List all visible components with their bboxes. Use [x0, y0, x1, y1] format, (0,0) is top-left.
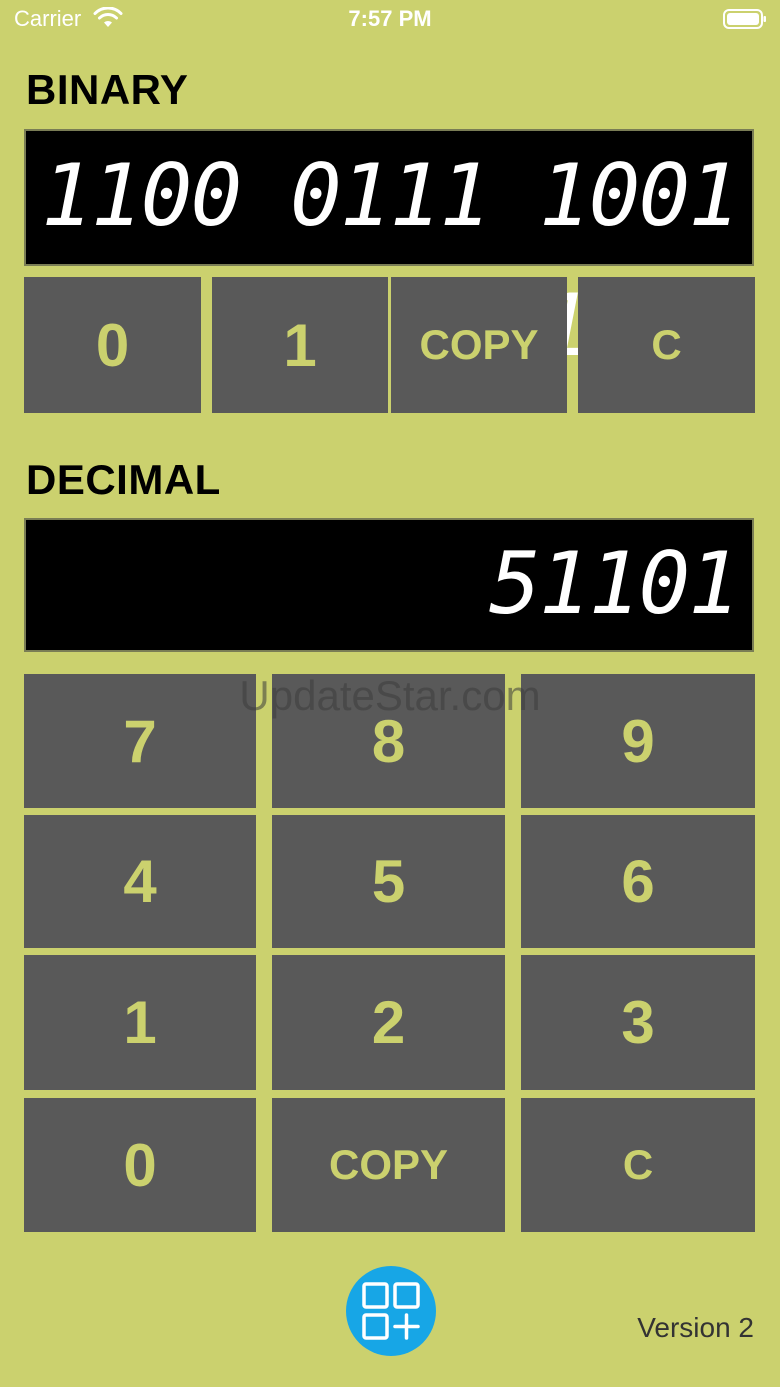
- decimal-key-0[interactable]: 0: [24, 1098, 256, 1232]
- status-time: 7:57 PM: [348, 6, 432, 31]
- decimal-key-8[interactable]: 8: [272, 674, 505, 808]
- decimal-key-5[interactable]: 5: [272, 815, 505, 948]
- decimal-key-1[interactable]: 1: [24, 955, 256, 1090]
- battery-icon: [723, 9, 766, 29]
- decimal-key-4[interactable]: 4: [24, 815, 256, 948]
- decimal-display: 51101: [24, 518, 754, 652]
- decimal-title: DECIMAL: [26, 456, 221, 503]
- decimal-key-6[interactable]: 6: [521, 815, 755, 948]
- binary-title: BINARY: [26, 66, 189, 113]
- version-label: Version 2: [637, 1312, 754, 1343]
- decimal-clear-button[interactable]: C: [521, 1098, 755, 1232]
- decimal-value: 51101: [489, 534, 740, 634]
- binary-clear-button[interactable]: C: [578, 277, 755, 413]
- binary-key-1[interactable]: 1: [212, 277, 388, 413]
- decimal-copy-button[interactable]: COPY: [272, 1098, 505, 1232]
- decimal-key-7[interactable]: 7: [24, 674, 256, 808]
- more-apps-button[interactable]: [346, 1266, 436, 1356]
- decimal-key-2[interactable]: 2: [272, 955, 505, 1090]
- binary-display: 1100 0111 1001 1101: [24, 129, 754, 376]
- binary-copy-button[interactable]: COPY: [391, 277, 567, 413]
- decimal-key-3[interactable]: 3: [521, 955, 755, 1090]
- binary-key-0[interactable]: 0: [24, 277, 201, 413]
- apps-add-icon: [362, 1282, 420, 1340]
- decimal-key-9[interactable]: 9: [521, 674, 755, 808]
